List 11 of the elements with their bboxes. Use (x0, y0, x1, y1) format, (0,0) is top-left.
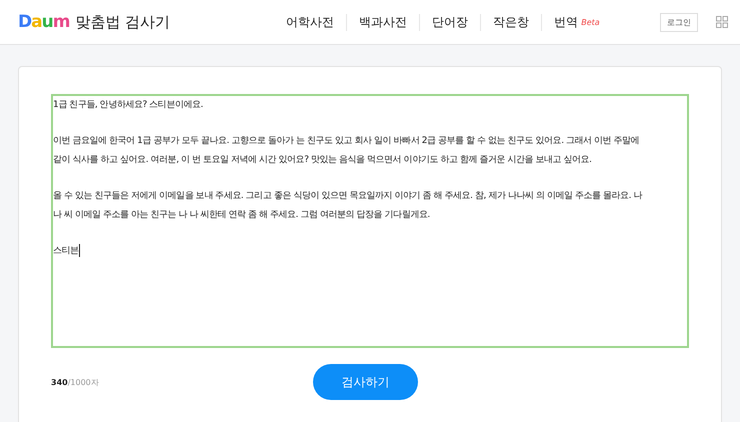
text-input-area[interactable]: 1급 친구들, 안녕하세요? 스티븐이에요. 이번 금요일에 한국어 1급 공부가 모두 끝나요. 고향으로 돌아가 는 친구도 있고 회사 일이 바빠서 2급 공부를 할 수 없는 친구도 있어요. 그래서 이번 주말에 같이 식사를 하고 싶어요. 여러분, 이 번 토요일 저녁에 시간 있어요? 맛있는 음식을 먹으면서 이야기도 하고 함께 즐거운 시간을 보내고 싶어요. 올 수 있는 친구들은 저에게 이메일을 보내 주세요. 그리고 좋은 식당이 있으면 목요일까지 이야기 좀 해 주세요. 참, 제가 나나씨 의 이메일 주소를 몰라요. 나 나 씨 이메일 주소를 아는 친구는 나 나 씨한테 연락 좀 해 주세요. 그럼 여러분의 답장을 기다릴게요. 스티븐 (51, 94, 689, 348)
logo[interactable]: Daum (18, 12, 70, 32)
nav-link[interactable]: 백과사전 (346, 14, 420, 30)
nav-link[interactable]: 단어장 (419, 14, 480, 30)
app-title: 맞춤법 검사기 (75, 12, 170, 32)
apps-grid-icon[interactable] (716, 16, 728, 28)
nav-link[interactable]: 어학사전 (274, 14, 346, 30)
nav-link[interactable]: 작은창 (480, 14, 542, 30)
character-counter: 340/1000자 (51, 376, 100, 388)
nav-link[interactable]: 번역 Beta (541, 14, 612, 30)
login-button[interactable]: 로그인 (660, 12, 698, 32)
